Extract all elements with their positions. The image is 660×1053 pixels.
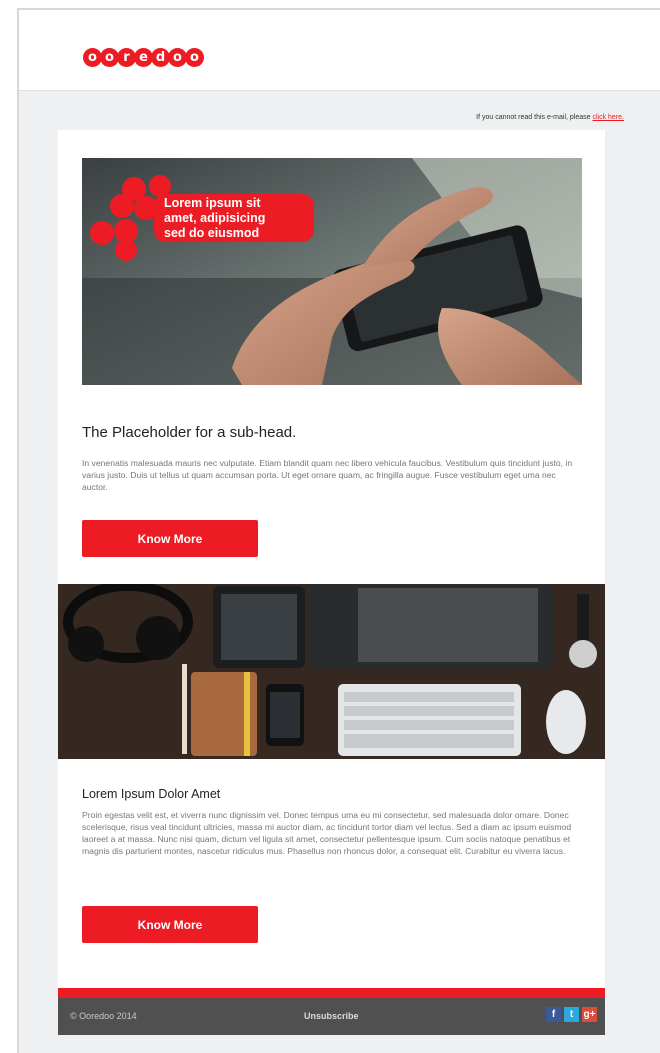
twitter-icon[interactable]: t [564,1007,579,1022]
unsubscribe-link[interactable]: Unsubscribe [304,1011,359,1021]
copyright-text: © Ooredoo 2014 [70,1011,137,1021]
know-more-button-2[interactable]: Know More [82,906,258,943]
desk-image [58,584,605,759]
hero-photo-hands-phone: Lorem ipsum sit amet, adipisicing sed do… [82,158,582,385]
hero-overlay-line3: sed do eiusmod [164,226,259,240]
social-links: f t g+ [546,1007,597,1022]
email-header: o o r e d o o [19,10,660,91]
section2-body: Proin egestas velit est, et viverra nunc… [82,810,572,856]
know-more-button[interactable]: Know More [82,520,258,557]
logo-circle: o [185,48,204,67]
click-here-link[interactable]: click here. [592,114,624,121]
footer-accent-bar [58,988,605,998]
hero-overlay-line2: amet, adipisicing [164,211,265,225]
read-online-notice: If you cannot read this e-mail, please c… [476,114,624,121]
google-plus-icon[interactable]: g+ [582,1007,597,1022]
ooredoo-logo[interactable]: o o r e d o o [83,48,204,70]
section1-body: In venenatis malesuada mauris nec vulput… [82,458,573,492]
section2-heading: Lorem Ipsum Dolor Amet [82,787,221,801]
notice-text: If you cannot read this e-mail, please [476,114,593,121]
facebook-icon[interactable]: f [546,1007,561,1022]
email-footer: © Ooredoo 2014 Unsubscribe f t g+ [58,998,605,1035]
hero-image: Lorem ipsum sit amet, adipisicing sed do… [82,158,582,385]
hero-overlay-line1: Lorem ipsum sit [164,196,261,210]
desk-photo-devices [58,584,605,759]
email-body-card: Lorem ipsum sit amet, adipisicing sed do… [58,130,605,988]
section1-subhead: The Placeholder for a sub-head. [82,424,297,441]
